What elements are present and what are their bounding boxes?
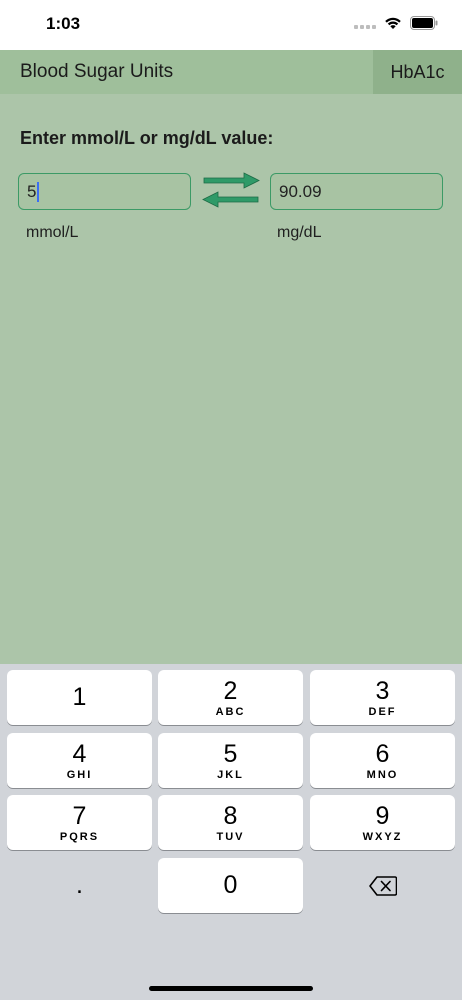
- key-9[interactable]: 9 WXYZ: [310, 795, 455, 850]
- key-digit: 5: [223, 739, 238, 768]
- key-digit: .: [76, 871, 83, 899]
- wifi-icon: [385, 17, 401, 29]
- key-5[interactable]: 5 JKL: [158, 733, 303, 788]
- key-digit: 3: [375, 676, 390, 705]
- backspace-icon: [368, 875, 397, 896]
- key-digit: 8: [223, 801, 238, 830]
- status-time: 1:03: [46, 14, 81, 33]
- mmol-unit-label: mmol/L: [26, 224, 79, 241]
- mgdl-input-value: 90.09: [279, 181, 322, 201]
- key-2[interactable]: 2 ABC: [158, 670, 303, 725]
- key-digit: 7: [72, 801, 87, 830]
- key-0[interactable]: 0: [158, 858, 303, 913]
- key-digit: 2: [223, 676, 238, 705]
- key-letters: DEF: [368, 705, 397, 718]
- key-letters: GHI: [66, 768, 93, 781]
- key-7[interactable]: 7 PQRS: [7, 795, 152, 850]
- delete-key[interactable]: [310, 858, 455, 913]
- swap-arrows-icon[interactable]: [200, 172, 262, 208]
- key-digit: 0: [223, 871, 238, 899]
- key-8[interactable]: 8 TUV: [158, 795, 303, 850]
- mgdl-input[interactable]: 90.09: [270, 173, 443, 210]
- mmol-input[interactable]: 5: [18, 173, 191, 210]
- hba1c-button[interactable]: HbA1c: [373, 50, 462, 94]
- nav-header: Blood Sugar Units HbA1c: [0, 50, 462, 94]
- key-letters: MNO: [366, 768, 399, 781]
- prompt-label: Enter mmol/L or mg/dL value:: [20, 128, 274, 148]
- key-letters: JKL: [217, 768, 244, 781]
- key-letters: PQRS: [59, 830, 100, 843]
- home-indicator[interactable]: [149, 986, 313, 991]
- status-icons: [354, 16, 438, 30]
- key-1[interactable]: 1: [7, 670, 152, 725]
- status-bar: 1:03: [0, 0, 462, 50]
- key-digit: 4: [72, 739, 87, 768]
- cellular-signal-icon: [354, 17, 376, 29]
- page-title: Blood Sugar Units: [20, 61, 174, 82]
- key-4[interactable]: 4 GHI: [7, 733, 152, 788]
- key-6[interactable]: 6 MNO: [310, 733, 455, 788]
- mgdl-unit-label: mg/dL: [277, 224, 322, 241]
- key-digit: 1: [72, 683, 87, 711]
- key-digit: 9: [375, 801, 390, 830]
- converter-panel: Enter mmol/L or mg/dL value: 5 90.09 mmo…: [0, 94, 462, 664]
- key-letters: ABC: [215, 705, 246, 718]
- battery-icon: [410, 16, 438, 30]
- text-cursor: [37, 181, 40, 202]
- mmol-input-value: 5: [27, 181, 37, 201]
- decimal-key[interactable]: .: [7, 858, 152, 913]
- numeric-keypad: 1 2 ABC 3 DEF 4 GHI 5 JKL 6 MNO 7 PQRS 8…: [0, 664, 462, 1000]
- key-3[interactable]: 3 DEF: [310, 670, 455, 725]
- key-letters: TUV: [216, 830, 245, 843]
- key-digit: 6: [375, 739, 390, 768]
- key-letters: WXYZ: [362, 830, 403, 843]
